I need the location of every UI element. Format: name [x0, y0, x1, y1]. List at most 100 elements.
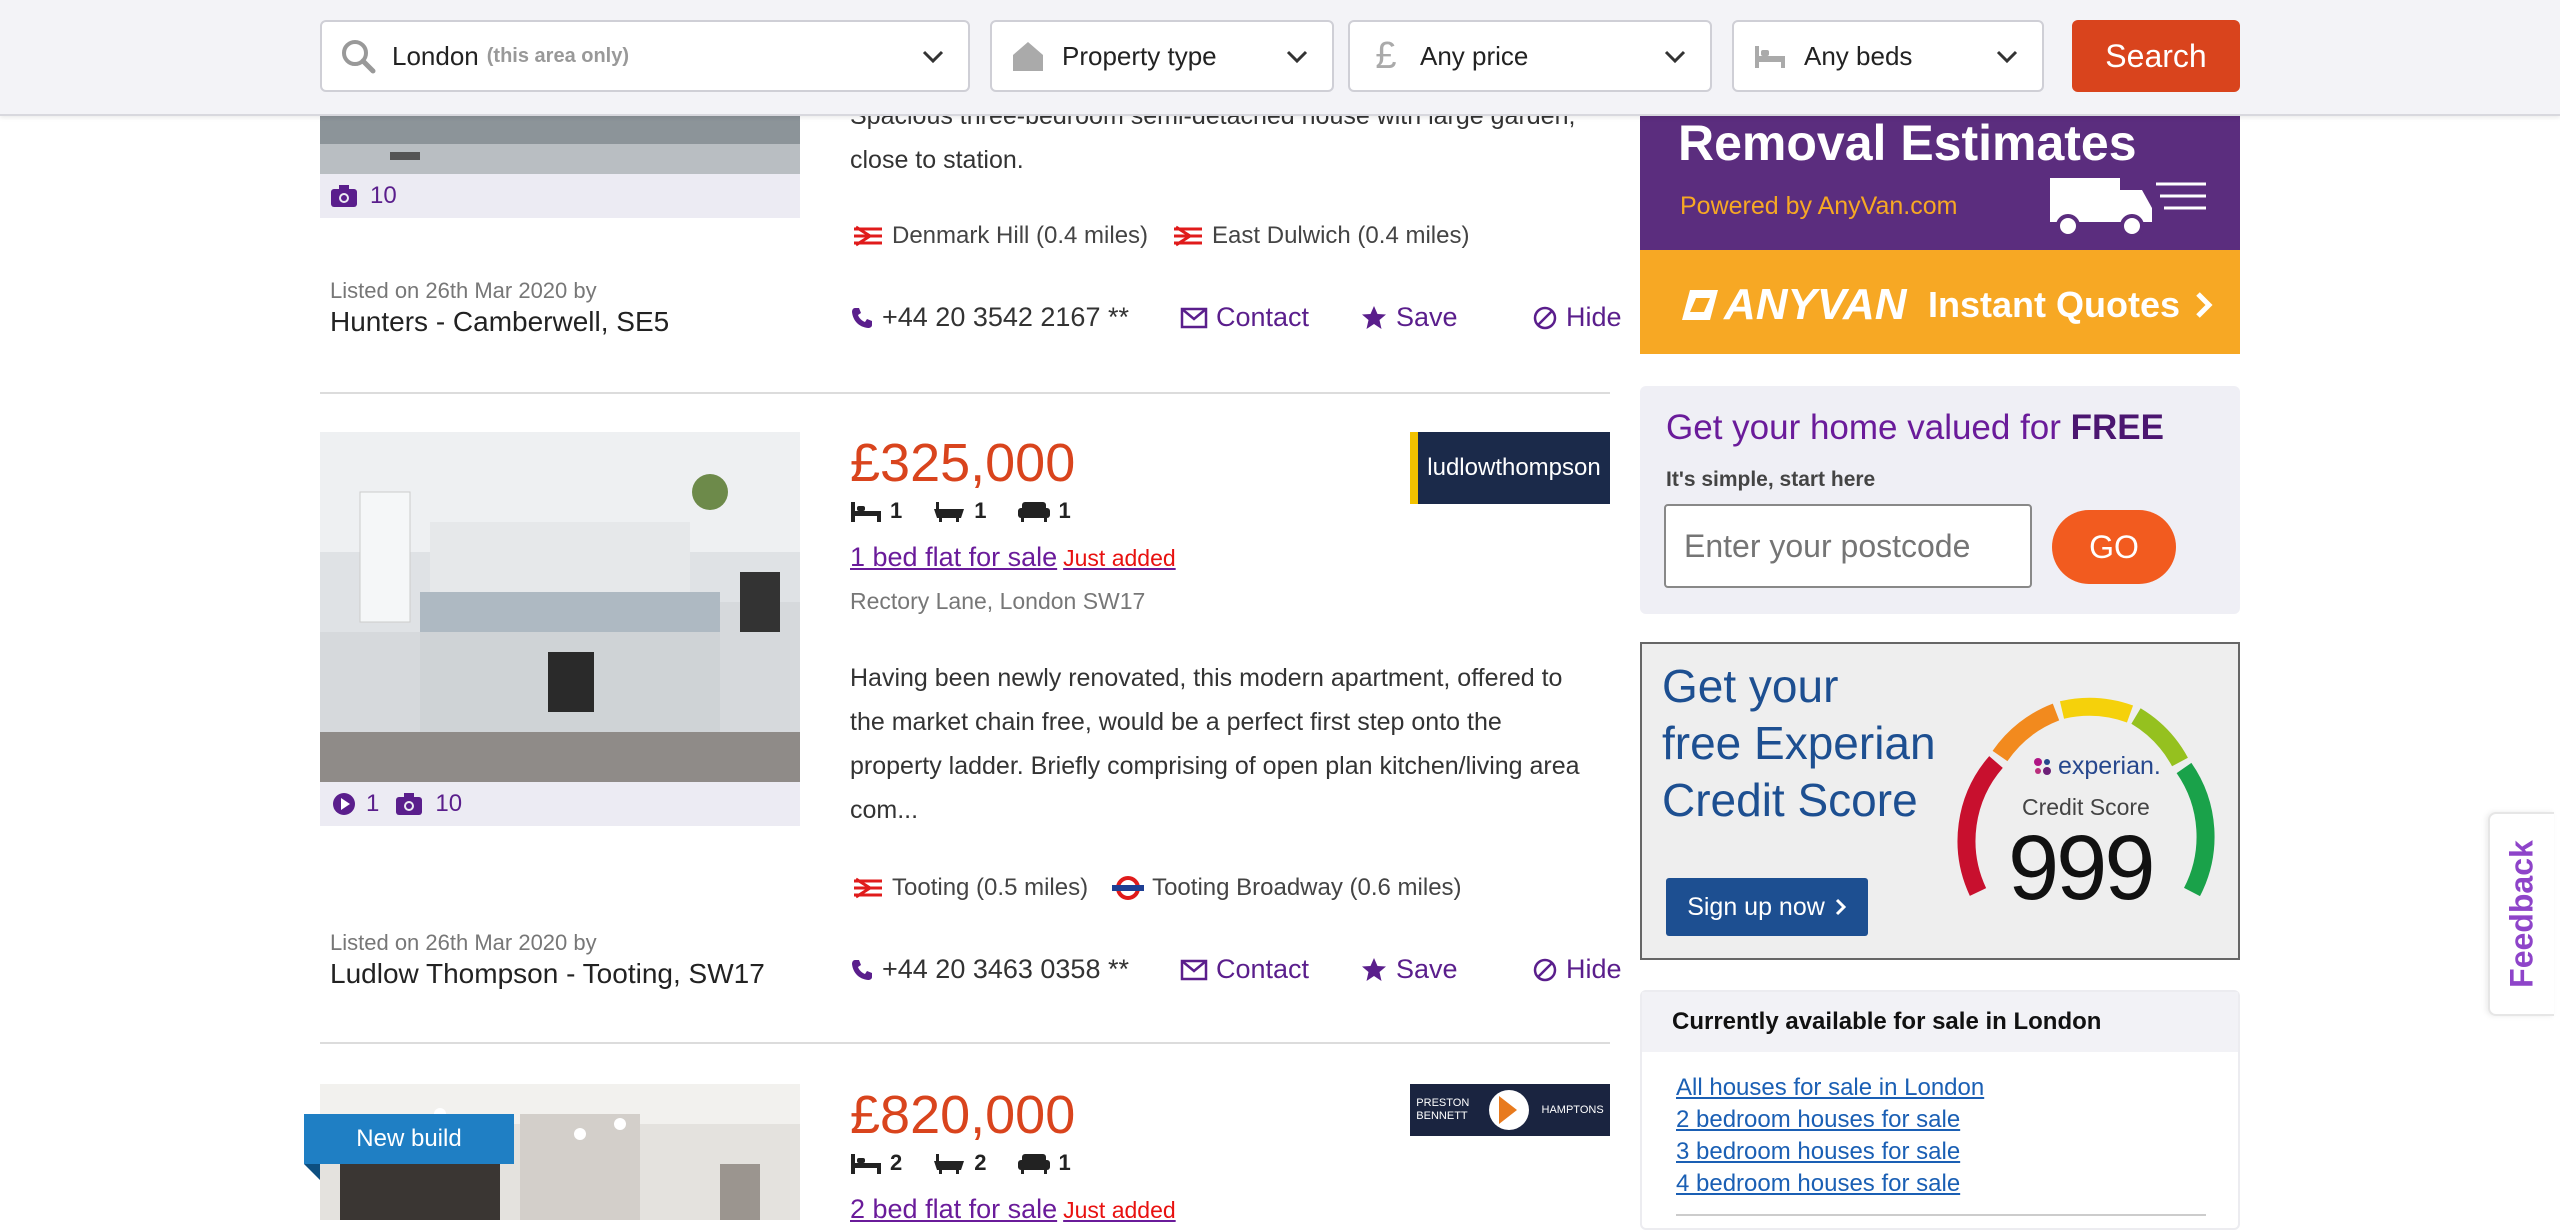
van-icon	[2050, 178, 2206, 238]
property-type-select[interactable]: Property type	[990, 20, 1334, 92]
ribbon-fold	[304, 1164, 320, 1180]
envelope-icon	[1180, 307, 1208, 328]
bath-icon	[934, 1154, 965, 1174]
go-button[interactable]: GO	[2052, 510, 2176, 584]
feedback-tab[interactable]: Feedback	[2488, 812, 2554, 1016]
station-name: Denmark Hill (0.4 miles)	[892, 222, 1149, 249]
contact-button[interactable]: Contact	[1180, 954, 1360, 985]
beds-label: Any beds	[1804, 40, 1913, 71]
available-links: All houses for sale in London 2 bedroom …	[1642, 1052, 2238, 1200]
search-button[interactable]: Search	[2072, 20, 2240, 92]
contact-button[interactable]: Contact	[1180, 302, 1360, 333]
links-divider	[1676, 1214, 2206, 1216]
chevron-right-icon	[2196, 292, 2213, 318]
listing-price[interactable]: £820,000	[850, 1084, 1075, 1146]
experian-signup-button[interactable]: Sign up now	[1666, 878, 1868, 936]
new-build-ribbon: New build	[304, 1114, 514, 1164]
postcode-input[interactable]	[1664, 504, 2032, 588]
listing-photo[interactable]	[320, 114, 800, 174]
chevron-down-icon	[1286, 50, 1308, 64]
national-rail-icon	[854, 877, 882, 899]
just-added-badge: Just added	[1063, 545, 1176, 571]
save-label: Save	[1396, 954, 1458, 984]
save-button[interactable]: Save	[1360, 954, 1532, 985]
listing-title[interactable]: 2 bed flat for sale Just added	[850, 1194, 1176, 1225]
available-link[interactable]: All houses for sale in London	[1676, 1072, 2238, 1104]
agent-logo[interactable]: ludlowthompson	[1410, 432, 1610, 504]
listing-price[interactable]: £325,000	[850, 432, 1075, 494]
valuation-subtitle: It's simple, start here	[1666, 468, 1876, 491]
available-link[interactable]: 4 bedroom houses for sale	[1676, 1168, 2238, 1200]
experian-ad[interactable]: Get your free Experian Credit Score Sign…	[1640, 642, 2240, 960]
anyvan-ad-top: Removal Estimates Powered by AnyVan.com	[1640, 114, 2240, 250]
phone-number: +44 20 3463 0358 **	[882, 954, 1129, 984]
hide-button[interactable]: Hide	[1532, 302, 1622, 333]
baths-count: 1	[974, 498, 987, 523]
baths-feature: 2	[932, 1150, 987, 1176]
experian-brand: experian.	[2032, 752, 2161, 781]
sofa-icon	[1017, 1154, 1050, 1174]
phone-link[interactable]: +44 20 3542 2167 **	[850, 302, 1180, 333]
agent-name[interactable]: Ludlow Thompson - Tooting, SW17	[330, 958, 765, 990]
available-for-sale-panel: Currently available for sale in London A…	[1640, 990, 2240, 1230]
phone-icon	[852, 959, 872, 980]
hide-button[interactable]: Hide	[1532, 954, 1622, 985]
listing-features: 2 2 1	[850, 1150, 1101, 1176]
anyvan-cta[interactable]: Instant Quotes	[1928, 284, 2214, 326]
agent-name[interactable]: Hunters - Camberwell, SE5	[330, 306, 669, 338]
bed-icon	[851, 502, 881, 522]
media-count-bar[interactable]: 1 10	[320, 782, 800, 826]
phone-number: +44 20 3542 2167 **	[882, 302, 1129, 332]
station-item: East Dulwich (0.4 miles)	[1170, 222, 1469, 250]
listing-photo[interactable]	[320, 432, 800, 782]
station-name: Tooting (0.5 miles)	[892, 874, 1089, 901]
sofa-icon	[1017, 502, 1050, 522]
photo-count: 10	[370, 182, 397, 209]
valuation-title-prefix: Get your home valued for	[1666, 408, 2071, 447]
listing-actions: +44 20 3463 0358 ** Contact Save Hide	[850, 954, 1622, 985]
video-icon	[332, 792, 356, 816]
photo-count-bar[interactable]: 10	[320, 174, 800, 218]
agent-logo-right: HAMPTONS	[1541, 1104, 1604, 1116]
experian-line: Credit Score	[1662, 774, 1918, 826]
receptions-count: 1	[1058, 1150, 1071, 1175]
camera-icon	[330, 184, 358, 208]
national-rail-icon	[1174, 225, 1203, 247]
beds-feature: 2	[850, 1150, 902, 1176]
listing-address: Rectory Lane, London SW17	[850, 588, 1146, 614]
hide-icon	[1533, 958, 1557, 981]
anyvan-ad[interactable]: Removal Estimates Powered by AnyVan.com …	[1640, 114, 2240, 354]
station-item: Tooting Broadway (0.6 miles)	[1110, 874, 1462, 902]
listing-title[interactable]: 1 bed flat for sale Just added	[850, 542, 1176, 573]
listing-divider	[320, 392, 1610, 394]
underground-icon	[1112, 876, 1145, 900]
agent-logo[interactable]: PRESTON BENNETT HAMPTONS	[1410, 1084, 1610, 1136]
anyvan-cta-text: Instant Quotes	[1928, 284, 2181, 325]
description-line: Having been newly renovated, this modern…	[850, 664, 1563, 692]
price-select[interactable]: £ Any price	[1348, 20, 1712, 92]
beds-select[interactable]: Any beds	[1732, 20, 2044, 92]
search-icon	[338, 36, 378, 76]
camera-icon	[395, 792, 423, 816]
experian-headline: Get your free Experian Credit Score	[1662, 658, 1936, 829]
bath-icon	[934, 502, 965, 522]
star-icon	[1362, 305, 1386, 329]
bed-icon	[851, 1154, 881, 1174]
listing-description: Having been newly renovated, this modern…	[850, 656, 1620, 832]
available-link[interactable]: 2 bedroom houses for sale	[1676, 1104, 2238, 1136]
experian-line: free Experian	[1662, 717, 1936, 769]
valuation-widget: Get your home valued for FREE It's simpl…	[1640, 386, 2240, 614]
phone-link[interactable]: +44 20 3463 0358 **	[850, 954, 1180, 985]
save-button[interactable]: Save	[1360, 302, 1532, 333]
search-bar: London (this area only) Property type £ …	[0, 0, 2560, 116]
photo-count: 10	[435, 790, 463, 817]
station-list: Denmark Hill (0.4 miles) East Dulwich (0…	[850, 222, 1491, 250]
hide-label: Hide	[1566, 302, 1622, 332]
available-link[interactable]: 3 bedroom houses for sale	[1676, 1136, 2238, 1168]
property-type-label: Property type	[1062, 40, 1217, 71]
location-hint: (this area only)	[486, 44, 630, 67]
experian-signup-label: Sign up now	[1687, 892, 1825, 921]
location-select[interactable]: London (this area only)	[320, 20, 970, 92]
location-value: London	[392, 40, 479, 71]
anyvan-powered: Powered by AnyVan.com	[1680, 192, 1958, 220]
